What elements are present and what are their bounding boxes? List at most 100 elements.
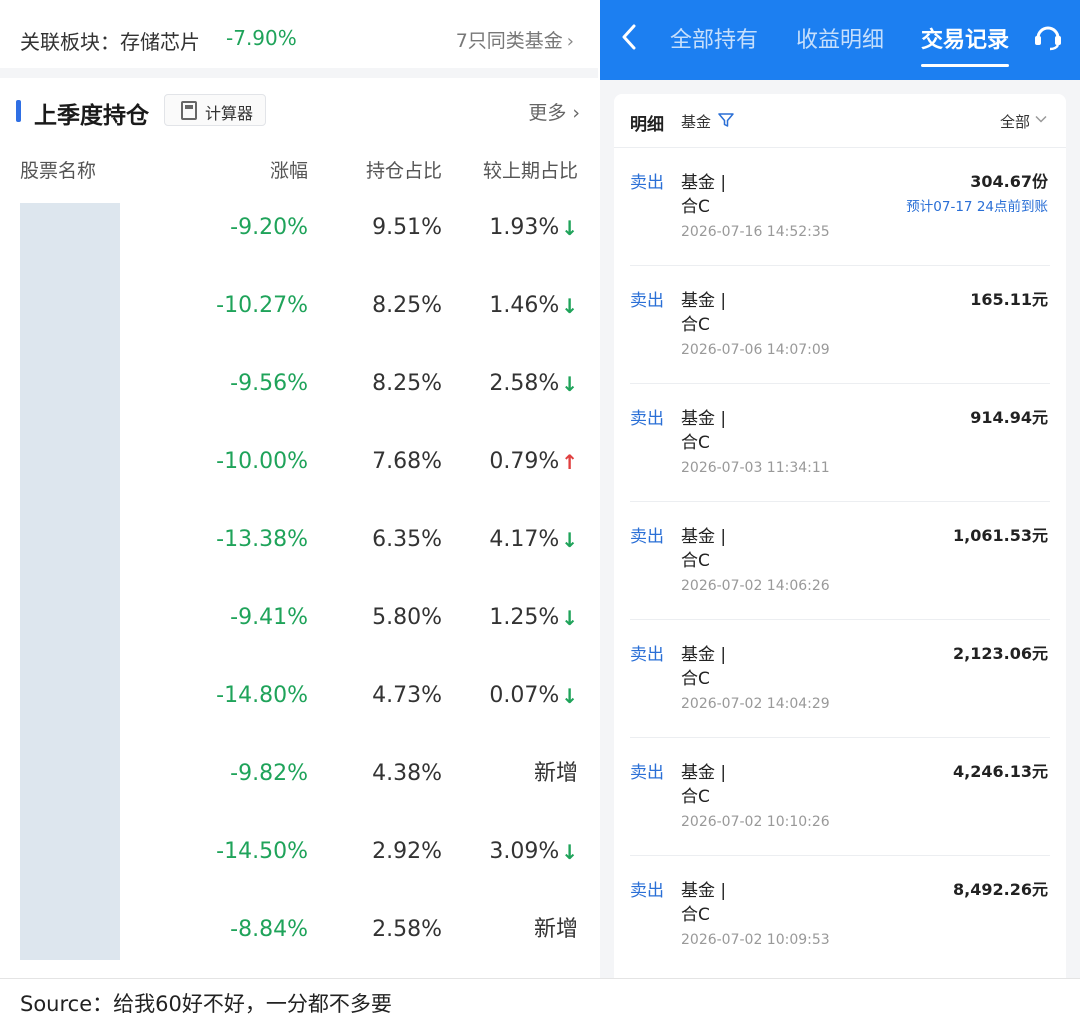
- more-link[interactable]: 更多 ›: [528, 98, 580, 125]
- transaction-time: 2026-07-02 10:10:26: [681, 814, 830, 830]
- arrow-up-icon: ↑: [561, 450, 578, 474]
- transaction-type: 卖出: [630, 409, 664, 429]
- fund-name-line2: 合C: [681, 315, 710, 335]
- source-caption: Source：给我60好不好，一分都不多要: [20, 992, 392, 1016]
- section-accent-bar: [16, 100, 21, 122]
- ratio-value: 2.58%: [372, 917, 442, 942]
- active-tab-indicator: [921, 64, 1009, 67]
- transaction-item[interactable]: 卖出 基金 | 合C 2026-07-03 11:34:11 914.94元: [614, 384, 1066, 502]
- table-row[interactable]: -14.80% 4.73% 0.07% ↓: [0, 670, 598, 748]
- change-value: -9.41%: [230, 605, 308, 630]
- fund-name-line1: 基金 |: [681, 527, 727, 547]
- prev-ratio-value: 1.46%: [489, 293, 560, 318]
- col-stock-name: 股票名称: [20, 160, 97, 182]
- same-funds-link[interactable]: 7只同类基金 ›: [456, 26, 574, 53]
- chevron-right-icon: ›: [572, 102, 580, 124]
- prev-ratio-cell: 1.25% ↓: [489, 592, 578, 644]
- transaction-type: 卖出: [630, 763, 664, 783]
- col-change: 涨幅: [269, 160, 308, 182]
- table-row[interactable]: -9.20% 9.51% 1.93% ↓: [0, 202, 598, 280]
- table-row[interactable]: -13.38% 6.35% 4.17% ↓: [0, 514, 598, 592]
- arrow-down-icon: ↓: [561, 840, 578, 864]
- arrow-down-icon: ↓: [561, 606, 578, 630]
- fund-name-line1: 基金 |: [681, 881, 727, 901]
- calculator-icon: [181, 101, 197, 120]
- transaction-item[interactable]: 卖出 基金 | 合C 2026-07-02 14:04:29 2,123.06元: [614, 620, 1066, 738]
- transaction-item[interactable]: 卖出 基金 | 合C 2026-07-02 14:06:26 1,061.53元: [614, 502, 1066, 620]
- filter-all-dropdown[interactable]: 全部: [1000, 111, 1030, 132]
- transaction-item[interactable]: 卖出 基金 | 合C 2026-07-02 10:09:53 8,492.26元: [614, 856, 1066, 974]
- transaction-amount: 4,246.13元: [953, 762, 1048, 781]
- section-header: 上季度持仓 计算器 更多 ›: [0, 88, 598, 138]
- transaction-time: 2026-07-06 14:07:09: [681, 342, 830, 358]
- col-ratio: 持仓占比: [365, 160, 442, 182]
- prev-ratio-value: 0.07%: [489, 683, 560, 708]
- transaction-item[interactable]: 卖出 基金 | 合C 2026-07-02 10:10:26 4,246.13元: [614, 738, 1066, 856]
- transaction-time: 2026-07-02 14:06:26: [681, 578, 830, 594]
- section-title: 上季度持仓: [34, 103, 149, 129]
- ratio-value: 5.80%: [372, 605, 442, 630]
- transactions-panel: 全部持有 收益明细 交易记录 明细 基金 全部 卖出 基金 | 合C 2026-07-…: [600, 0, 1080, 978]
- tab-transactions[interactable]: 交易记录: [921, 22, 1009, 54]
- table-row[interactable]: -10.27% 8.25% 1.46% ↓: [0, 280, 598, 358]
- customer-service-icon[interactable]: [1032, 20, 1064, 52]
- ratio-value: 6.35%: [372, 527, 442, 552]
- transaction-amount: 1,061.53元: [953, 526, 1048, 545]
- transaction-item[interactable]: 卖出 基金 | 合C 2026-07-16 14:52:35 304.67份 预计07-1…: [614, 148, 1066, 266]
- related-sector-bar[interactable]: 关联板块：存储芯片 -7.90% 7只同类基金 ›: [0, 0, 598, 78]
- transaction-amount: 165.11元: [970, 290, 1048, 309]
- table-row[interactable]: -9.56% 8.25% 2.58% ↓: [0, 358, 598, 436]
- arrow-down-icon: ↓: [561, 528, 578, 552]
- ratio-value: 2.92%: [372, 839, 442, 864]
- change-value: -10.27%: [216, 293, 308, 318]
- prev-ratio-value: 0.79%: [489, 449, 560, 474]
- filter-bar: 明细 基金 全部: [614, 94, 1066, 148]
- prev-ratio-value: 1.25%: [489, 605, 560, 630]
- table-row[interactable]: -14.50% 2.92% 3.09% ↓: [0, 826, 598, 904]
- calculator-button[interactable]: 计算器: [164, 94, 266, 126]
- arrow-down-icon: ↓: [561, 294, 578, 318]
- transaction-type: 卖出: [630, 645, 664, 665]
- transaction-amount: 914.94元: [970, 408, 1048, 427]
- fund-name-line1: 基金 |: [681, 409, 727, 429]
- transactions-card: 明细 基金 全部 卖出 基金 | 合C 2026-07-16 14:52:35 304.…: [614, 94, 1066, 978]
- ratio-value: 8.25%: [372, 293, 442, 318]
- fund-name-line2: 合C: [681, 551, 710, 571]
- col-prev-ratio: 较上期占比: [482, 160, 578, 182]
- filter-icon[interactable]: [718, 112, 734, 128]
- fund-name-line1: 基金 |: [681, 645, 727, 665]
- change-value: -14.50%: [216, 839, 308, 864]
- change-value: -9.20%: [230, 215, 308, 240]
- chevron-down-icon[interactable]: [1034, 112, 1048, 126]
- change-value: -13.38%: [216, 527, 308, 552]
- arrow-down-icon: ↓: [561, 684, 578, 708]
- fund-name-line2: 合C: [681, 905, 710, 925]
- prev-ratio-value: 3.09%: [489, 839, 560, 864]
- transaction-time: 2026-07-16 14:52:35: [681, 224, 830, 240]
- ratio-value: 4.38%: [372, 761, 442, 786]
- table-row[interactable]: -9.82% 4.38% 新增: [0, 748, 598, 826]
- transaction-amount: 8,492.26元: [953, 880, 1048, 899]
- transaction-item[interactable]: 卖出 基金 | 合C 2026-07-06 14:07:09 165.11元: [614, 266, 1066, 384]
- table-row[interactable]: -8.84% 2.58% 新增: [0, 904, 598, 978]
- prev-ratio-value: 新增: [533, 761, 578, 786]
- prev-ratio-cell: 1.93% ↓: [489, 202, 578, 254]
- table-row[interactable]: -9.41% 5.80% 1.25% ↓: [0, 592, 598, 670]
- prev-ratio-value: 新增: [533, 917, 578, 942]
- transaction-time: 2026-07-03 11:34:11: [681, 460, 830, 476]
- table-row[interactable]: -10.00% 7.68% 0.79% ↑: [0, 436, 598, 514]
- fund-name-line2: 合C: [681, 787, 710, 807]
- change-value: -10.00%: [216, 449, 308, 474]
- filter-fund[interactable]: 基金: [681, 111, 711, 132]
- change-value: -9.56%: [230, 371, 308, 396]
- ratio-value: 4.73%: [372, 683, 442, 708]
- prev-ratio-value: 4.17%: [489, 527, 560, 552]
- transaction-time: 2026-07-02 14:04:29: [681, 696, 830, 712]
- back-icon[interactable]: [616, 22, 642, 52]
- tab-earnings-detail[interactable]: 收益明细: [796, 22, 884, 54]
- related-sector-change: -7.90%: [226, 26, 297, 50]
- transaction-type: 卖出: [630, 527, 664, 547]
- change-value: -14.80%: [216, 683, 308, 708]
- fund-name-line2: 合C: [681, 197, 710, 217]
- tab-all-holdings[interactable]: 全部持有: [670, 22, 758, 54]
